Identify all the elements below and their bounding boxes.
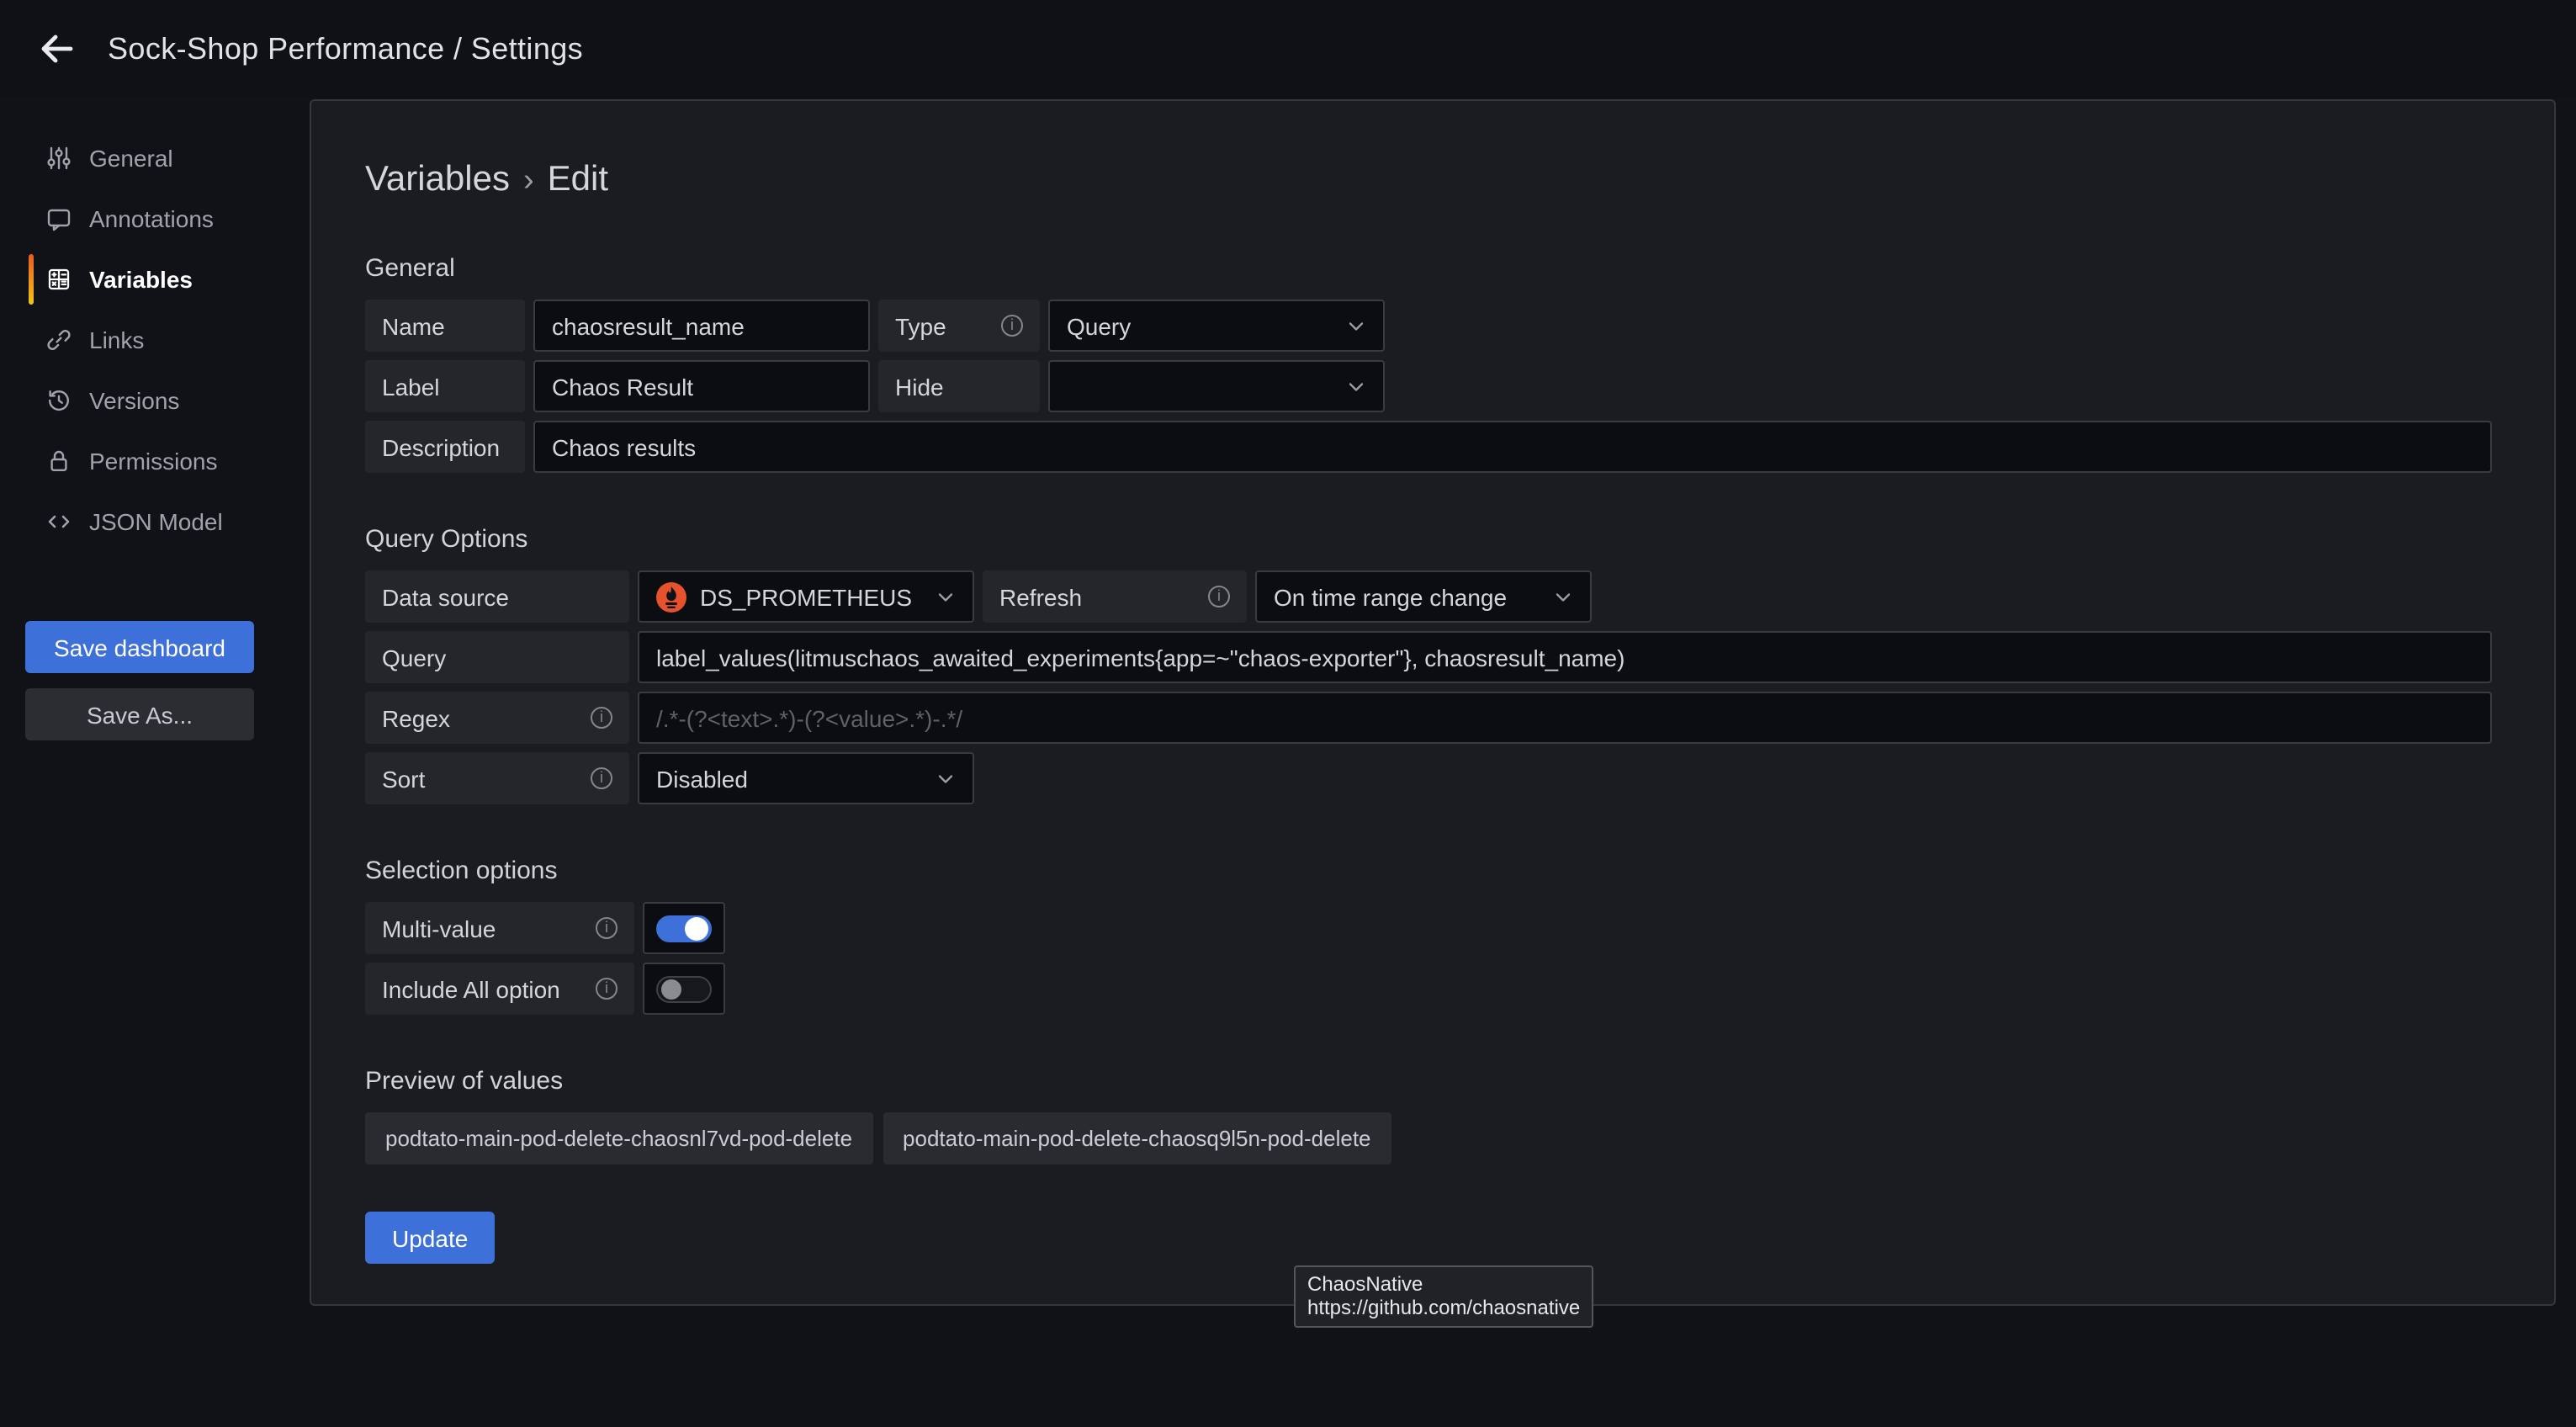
label-field-label: Label [365, 360, 525, 412]
lock-icon [45, 448, 72, 475]
sidebar-item-permissions[interactable]: Permissions [0, 431, 310, 491]
include-all-field-label: Include All option i [365, 963, 634, 1015]
breadcrumb-page: Edit [548, 160, 608, 199]
sidebar-item-links[interactable]: Links [0, 310, 310, 370]
info-icon[interactable]: i [591, 707, 612, 729]
sliders-icon [45, 145, 72, 172]
sort-field-label: Sort i [365, 752, 629, 804]
save-as-button[interactable]: Save As... [25, 688, 254, 740]
breadcrumb-section[interactable]: Variables [365, 160, 510, 199]
settings-sidebar: General Annotations Variables Links V [0, 128, 310, 552]
breadcrumb-separator: › [510, 163, 548, 199]
multi-value-switch[interactable] [656, 915, 712, 942]
info-icon[interactable]: i [591, 767, 612, 789]
label-input[interactable] [533, 360, 870, 412]
chevron-down-icon [934, 767, 957, 790]
sidebar-item-label: Permissions [89, 448, 218, 475]
datasource-refresh-row: Data source DS_PROMETHEUS Refresh i On t… [365, 570, 2492, 623]
query-options-heading: Query Options [365, 525, 2492, 555]
sidebar-item-annotations[interactable]: Annotations [0, 188, 310, 249]
chevron-down-icon [1344, 314, 1368, 337]
name-input[interactable] [533, 300, 870, 352]
toggle-knob [685, 916, 708, 940]
multi-value-toggle[interactable] [643, 902, 725, 954]
sidebar-item-json-model[interactable]: JSON Model [0, 491, 310, 552]
info-icon[interactable]: i [596, 978, 617, 1000]
type-select[interactable]: Query [1048, 300, 1385, 352]
query-input[interactable] [638, 631, 2492, 683]
preview-value-chip: podtato-main-pod-delete-chaosnl7vd-pod-d… [365, 1112, 872, 1164]
refresh-select[interactable]: On time range change [1255, 570, 1592, 623]
query-field-label: Query [365, 631, 629, 683]
info-icon[interactable]: i [1208, 586, 1230, 607]
hide-select[interactable] [1048, 360, 1385, 412]
code-brackets-icon [45, 508, 72, 535]
data-source-select[interactable]: DS_PROMETHEUS [638, 570, 974, 623]
regex-input[interactable] [638, 692, 2492, 744]
sidebar-item-label: Links [89, 326, 144, 353]
description-field-label: Description [365, 421, 525, 473]
general-section-heading: General [365, 254, 2492, 284]
toggle-knob [661, 979, 681, 999]
active-item-indicator [29, 254, 34, 305]
include-all-toggle[interactable] [643, 963, 725, 1015]
calculator-icon [45, 266, 72, 293]
include-all-switch[interactable] [656, 975, 712, 1002]
grafana-settings-page: Sock-Shop Performance / Settings General… [0, 0, 2576, 1427]
preview-heading: Preview of values [365, 1067, 2492, 1097]
multi-value-field-label: Multi-value i [365, 902, 634, 954]
chevron-down-icon [934, 585, 957, 608]
page-title: Sock-Shop Performance / Settings [108, 32, 583, 67]
history-icon [45, 387, 72, 414]
info-icon[interactable]: i [1001, 315, 1023, 337]
sidebar-item-label: Variables [89, 266, 193, 293]
preview-value-chip: podtato-main-pod-delete-chaosq9l5n-pod-d… [883, 1112, 1391, 1164]
refresh-field-label: Refresh i [983, 570, 1247, 623]
tooltip-line1: ChaosNative [1307, 1272, 1580, 1296]
sidebar-item-variables[interactable]: Variables [0, 249, 310, 310]
regex-field-label: Regex i [365, 692, 629, 744]
back-arrow-icon[interactable] [37, 29, 77, 69]
sidebar-item-label: General [89, 145, 173, 172]
type-field-label: Type i [878, 300, 1040, 352]
prometheus-icon [656, 581, 686, 612]
name-field-label: Name [365, 300, 525, 352]
save-dashboard-button[interactable]: Save dashboard [25, 621, 254, 673]
description-row: Description [365, 421, 2492, 473]
top-navbar: Sock-Shop Performance / Settings [0, 0, 2576, 98]
hide-field-label: Hide [878, 360, 1040, 412]
sidebar-item-general[interactable]: General [0, 128, 310, 188]
sidebar-item-label: JSON Model [89, 508, 223, 535]
link-icon [45, 326, 72, 353]
chevron-down-icon [1344, 374, 1368, 398]
selection-options-heading: Selection options [365, 857, 2492, 887]
data-source-field-label: Data source [365, 570, 629, 623]
tooltip-line2: https://github.com/chaosnative [1307, 1296, 1580, 1319]
datasource-tooltip: ChaosNative https://github.com/chaosnati… [1294, 1265, 1593, 1328]
comment-icon [45, 205, 72, 232]
sort-row: Sort i Disabled [365, 752, 2492, 804]
description-input[interactable] [533, 421, 2492, 473]
info-icon[interactable]: i [596, 917, 617, 939]
regex-row: Regex i [365, 692, 2492, 744]
preview-values: podtato-main-pod-delete-chaosnl7vd-pod-d… [365, 1112, 2492, 1164]
include-all-row: Include All option i [365, 963, 2492, 1015]
sort-select[interactable]: Disabled [638, 752, 974, 804]
breadcrumb: Variables›Edit [365, 156, 2492, 204]
chevron-down-icon [1551, 585, 1575, 608]
variable-editor-panel: Variables›Edit General Name Type i Query… [310, 99, 2556, 1306]
update-button[interactable]: Update [365, 1212, 495, 1264]
label-hide-row: Label Hide [365, 360, 2492, 412]
sidebar-item-label: Annotations [89, 205, 214, 232]
sidebar-item-versions[interactable]: Versions [0, 370, 310, 431]
sidebar-item-label: Versions [89, 387, 179, 414]
name-type-row: Name Type i Query [365, 300, 2492, 352]
query-row: Query [365, 631, 2492, 683]
multi-value-row: Multi-value i [365, 902, 2492, 954]
